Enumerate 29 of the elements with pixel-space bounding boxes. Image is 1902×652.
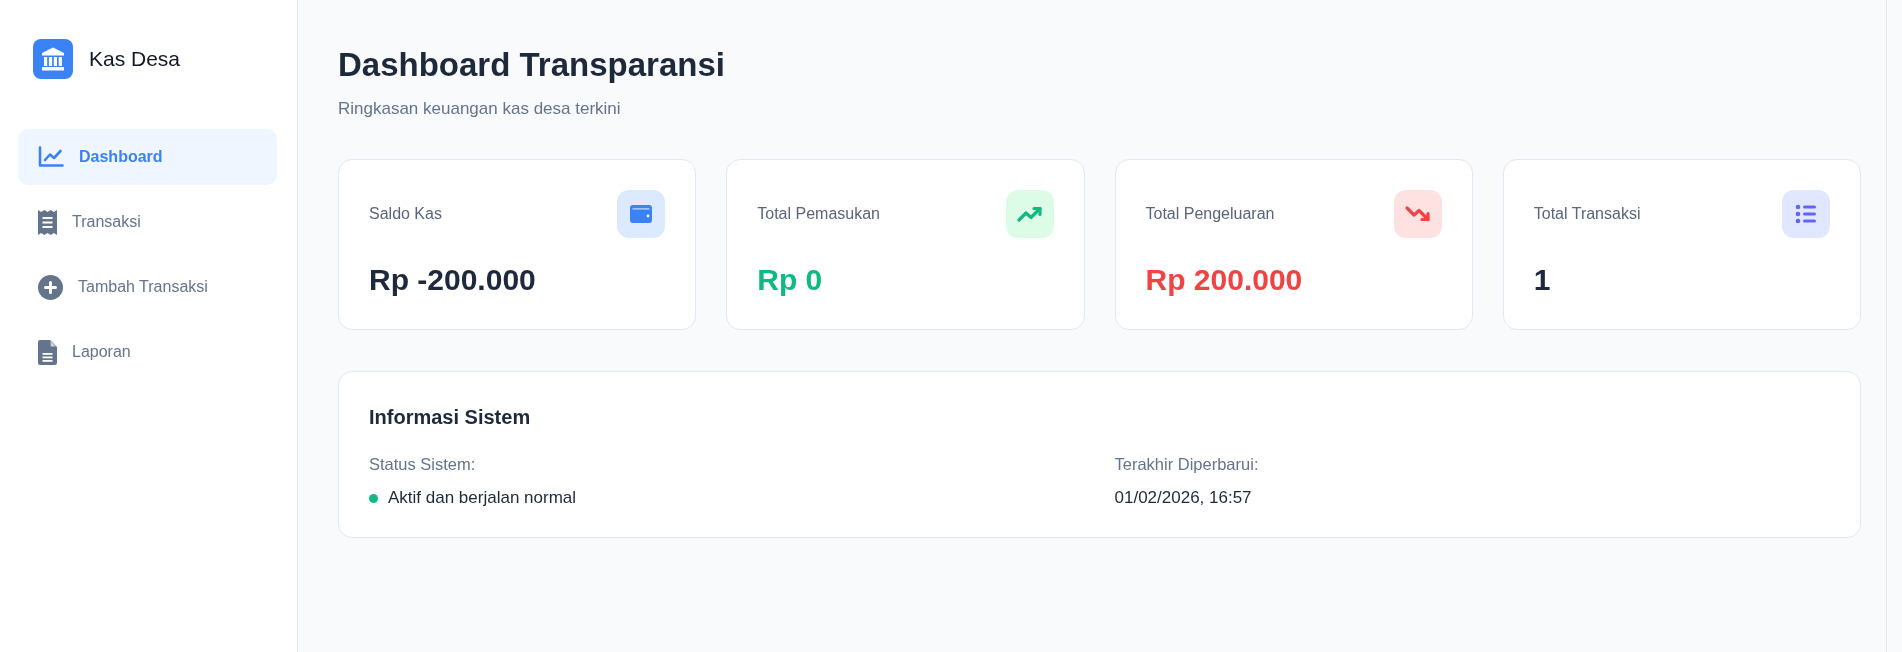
- page-subtitle: Ringkasan keuangan kas desa terkini: [338, 98, 622, 120]
- info-title: Informasi Sistem: [369, 405, 532, 430]
- wallet-icon: [617, 190, 666, 238]
- nav-item[interactable]: Laporan: [18, 324, 277, 380]
- nav-item[interactable]: Tambah Transaksi: [18, 259, 277, 315]
- stat-label: Total Pengeluaran: [1145, 204, 1275, 224]
- page-title: Dashboard Transparansi: [338, 45, 726, 85]
- plus-circle-icon: [38, 274, 63, 300]
- nav-item[interactable]: Dashboard: [18, 129, 277, 185]
- stat-label: Total Pemasukan: [757, 204, 880, 224]
- trend-up-icon: [1005, 190, 1054, 238]
- field-value: 01/02/2026, 16:57: [1114, 487, 1252, 509]
- brand-title: Kas Desa: [89, 46, 181, 72]
- field-label: Terakhir Diperbarui:: [1114, 454, 1260, 475]
- field-label: Status Sistem:: [369, 454, 477, 475]
- stat-label: Total Transaksi: [1533, 204, 1641, 224]
- receipt-icon: [38, 209, 57, 235]
- nav-item[interactable]: Transaksi: [18, 194, 277, 250]
- field-value: Aktif dan berjalan normal: [388, 487, 577, 509]
- list-icon: [1782, 190, 1830, 238]
- bank-icon: [33, 39, 73, 79]
- stat-value: Rp 0: [757, 262, 824, 298]
- stat-label: Saldo Kas: [369, 204, 442, 224]
- trend-down-icon: [1393, 190, 1442, 238]
- stat-value: Rp 200.000: [1145, 262, 1304, 298]
- stat-value: Rp -200.000: [369, 262, 537, 298]
- stat-value: 1: [1533, 262, 1552, 298]
- document-icon: [38, 339, 57, 365]
- chart-line-icon: [38, 146, 64, 168]
